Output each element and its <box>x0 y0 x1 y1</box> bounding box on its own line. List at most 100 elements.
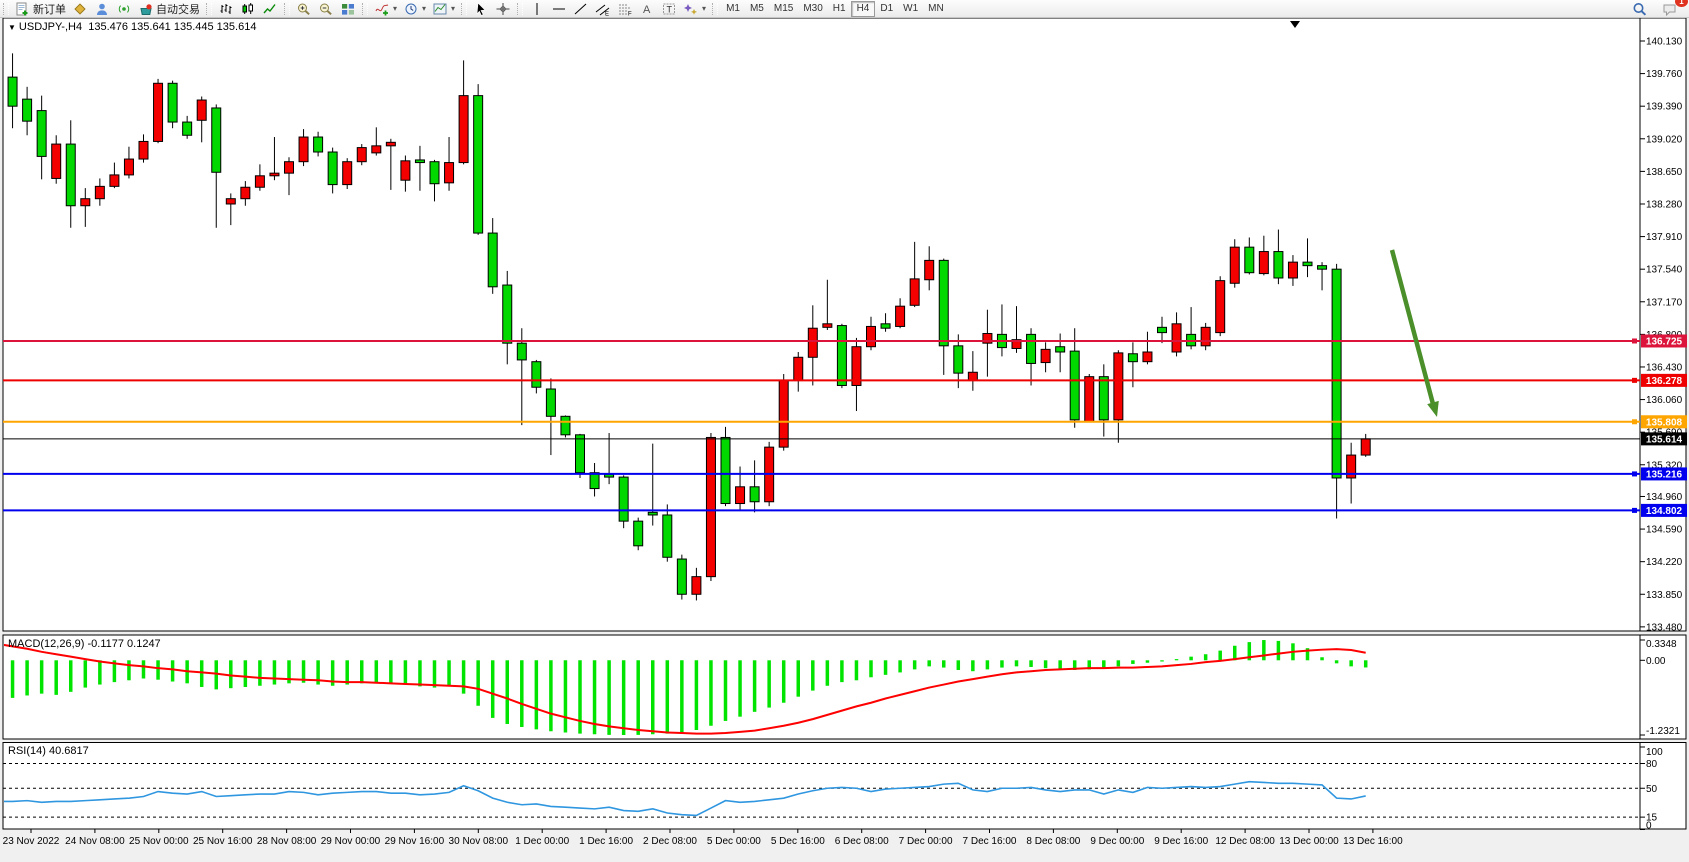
chart-symbol-period: USDJPY-,H4 <box>19 21 82 33</box>
timeframe-button-m15[interactable]: M15 <box>769 2 798 16</box>
shapes-button[interactable]: ▾ <box>680 1 709 16</box>
candlestick <box>154 83 163 141</box>
timeframe-button-h4[interactable]: H4 <box>851 1 876 17</box>
chart-collapse-icon[interactable]: ▼ <box>8 23 16 32</box>
chart-canvas[interactable]: 140.130139.760139.390139.020138.650138.2… <box>0 17 1689 857</box>
new-order-button[interactable]: 新订单 <box>12 1 69 16</box>
line-anchor-node[interactable] <box>1632 508 1637 513</box>
signals-button[interactable] <box>113 1 135 16</box>
toolbar-group-handle[interactable] <box>3 3 9 15</box>
time-axis-label: 1 Dec 00:00 <box>515 836 569 847</box>
toolbar-group-handle[interactable] <box>461 3 467 15</box>
candlestick-chart-button[interactable] <box>237 1 259 16</box>
cursor-button[interactable] <box>470 1 492 16</box>
candlestick <box>736 487 745 504</box>
chart-window: ▼USDJPY-,H4 135.476 135.641 135.445 135.… <box>0 17 1689 857</box>
candlestick <box>66 144 75 206</box>
search-button[interactable] <box>1629 1 1651 16</box>
candlestick <box>808 328 817 357</box>
text-label-button[interactable]: T <box>658 1 680 16</box>
candlestick <box>1216 281 1225 333</box>
price-tick-label: 137.540 <box>1646 265 1683 276</box>
fibonacci-button[interactable]: F <box>614 1 636 16</box>
bars-icon <box>218 2 234 16</box>
candlestick <box>474 96 483 233</box>
candlestick <box>430 162 439 184</box>
candlestick <box>925 260 934 279</box>
candlestick <box>692 577 701 595</box>
price-tick-label: 138.650 <box>1646 167 1683 178</box>
dropdown-arrow-icon[interactable]: ▾ <box>393 4 397 13</box>
line-anchor-node[interactable] <box>1632 338 1637 343</box>
timeframe-button-m5[interactable]: M5 <box>745 2 769 16</box>
time-axis-label: 13 Dec 16:00 <box>1343 836 1403 847</box>
text-button[interactable]: A <box>636 1 658 16</box>
rsi-title-bar: RSI(14) 40.6817 <box>8 745 89 757</box>
equidistant-channel-button[interactable]: E <box>592 1 614 16</box>
candlestick <box>1332 269 1341 478</box>
toolbar-group-handle[interactable] <box>362 3 368 15</box>
main-price-panel[interactable] <box>3 18 1686 631</box>
dropdown-arrow-icon[interactable]: ▾ <box>451 4 455 13</box>
candlestick <box>23 99 32 121</box>
toolbar-group-handle[interactable] <box>712 3 718 15</box>
indicators-button[interactable]: ▾ <box>371 1 400 16</box>
auto-trading-button[interactable]: 自动交易 <box>135 1 203 16</box>
time-axis-label: 30 Nov 08:00 <box>449 836 509 847</box>
candlestick <box>954 346 963 373</box>
candlestick <box>1288 262 1297 278</box>
horizontal-line-button[interactable] <box>548 1 570 16</box>
bar-chart-button[interactable] <box>215 1 237 16</box>
candlestick <box>750 487 759 502</box>
rsi-panel[interactable] <box>3 743 1686 830</box>
periods-button[interactable]: ▾ <box>400 1 429 16</box>
line-anchor-node[interactable] <box>1632 471 1637 476</box>
toolbar-group-handle[interactable] <box>517 3 523 15</box>
bid-price-badge-label: 135.614 <box>1646 434 1683 445</box>
candlestick <box>779 380 788 447</box>
price-tick-label: 140.130 <box>1646 37 1683 48</box>
trendline-button[interactable] <box>570 1 592 16</box>
timeframe-button-m1[interactable]: M1 <box>721 2 745 16</box>
line-anchor-node[interactable] <box>1632 419 1637 424</box>
candlestick <box>8 77 17 106</box>
macd-panel[interactable] <box>3 635 1686 739</box>
timeframe-button-mn[interactable]: MN <box>923 2 949 16</box>
line-chart-button[interactable] <box>259 1 281 16</box>
crosshair-button[interactable] <box>492 1 514 16</box>
price-tick-label: 139.390 <box>1646 102 1683 113</box>
candlestick <box>270 173 279 176</box>
zoom-in-button[interactable] <box>293 1 315 16</box>
time-axis-label: 23 Nov 2022 <box>3 836 60 847</box>
candlestick <box>939 260 948 345</box>
timeframe-button-h1[interactable]: H1 <box>828 2 851 16</box>
line-anchor-node[interactable] <box>1632 378 1637 383</box>
time-axis-label: 28 Nov 08:00 <box>257 836 317 847</box>
candlestick <box>634 521 643 546</box>
timeframe-button-m30[interactable]: M30 <box>798 2 827 16</box>
vertical-line-button[interactable] <box>526 1 548 16</box>
templates-button[interactable]: ▾ <box>429 1 458 16</box>
dropdown-arrow-icon[interactable]: ▾ <box>702 4 706 13</box>
price-tick-label: 134.220 <box>1646 557 1683 568</box>
price-tick-label: 136.060 <box>1646 395 1683 406</box>
notifications-button[interactable]: 1 <box>1659 1 1681 16</box>
price-tick-label: 137.170 <box>1646 297 1683 308</box>
toolbar-group-handle[interactable] <box>284 3 290 15</box>
candlestick <box>81 199 90 206</box>
candlestick <box>1128 354 1137 362</box>
timeframe-button-d1[interactable]: D1 <box>875 2 898 16</box>
price-tick-label: 133.850 <box>1646 590 1683 601</box>
tile-windows-button[interactable] <box>337 1 359 16</box>
timeframe-button-w1[interactable]: W1 <box>898 2 923 16</box>
rsi-scale-label: 50 <box>1646 784 1658 795</box>
broadcast-icon <box>116 2 132 16</box>
toolbar-group-handle[interactable] <box>206 3 212 15</box>
svg-text:E: E <box>605 11 609 16</box>
profile-button[interactable] <box>91 1 113 16</box>
zoom-out-button[interactable] <box>315 1 337 16</box>
community-button[interactable] <box>69 1 91 16</box>
svg-text:T: T <box>667 4 673 14</box>
dropdown-arrow-icon[interactable]: ▾ <box>422 4 426 13</box>
candlestick <box>1172 324 1181 352</box>
